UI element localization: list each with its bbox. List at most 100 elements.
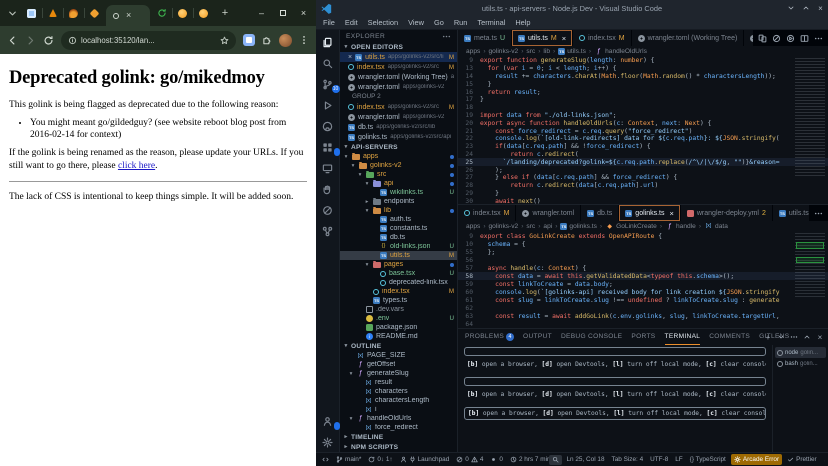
tab-blue-app-0[interactable]: [21, 4, 42, 22]
code-line[interactable]: 62: [458, 304, 828, 312]
tab-index.tsx[interactable]: index.tsx M: [458, 205, 517, 221]
code-line[interactable]: 59 const linkToCreate = data.body;: [458, 280, 828, 288]
file-tree-item[interactable]: TS utils.ts M: [340, 251, 457, 260]
status-problems[interactable]: 04: [453, 454, 486, 466]
vscode-close-button[interactable]: ×: [813, 0, 828, 16]
code-line[interactable]: 61 const slug = linkToCreate.slug !== un…: [458, 296, 828, 304]
minimap[interactable]: [795, 233, 825, 297]
browser-menu-icon[interactable]: [299, 35, 309, 45]
open-editor-item[interactable]: index.tsx apps/golinks-v2/src M: [340, 102, 457, 112]
open-editor-item[interactable]: index.tsx apps/golinks-v2/src M: [340, 62, 457, 72]
file-tree-item[interactable]: i README.md: [340, 332, 457, 341]
status-eol[interactable]: LF: [672, 454, 685, 466]
panel-tab-terminal[interactable]: TERMINAL: [664, 329, 701, 345]
code-line[interactable]: 57 async handle(c: Context) {: [458, 264, 828, 272]
site-info-icon[interactable]: [68, 36, 77, 45]
status-ports[interactable]: 0: [487, 454, 506, 466]
outline-item[interactable]: [x] force_redirect: [340, 423, 457, 432]
open-editor-item[interactable]: TS golinks.ts apps/golinks-v2/src/api: [340, 132, 457, 142]
code-line[interactable]: 27 } else if (data[c.req.path] && force_…: [458, 174, 828, 182]
minimap[interactable]: [795, 58, 825, 176]
file-tree-item[interactable]: TS auth.ts: [340, 215, 457, 224]
outline-item[interactable]: ƒ getOffset: [340, 360, 457, 369]
tab-wrangler-deploy.yml[interactable]: wrangler-deploy.yml 2: [680, 205, 773, 221]
browser-close-button[interactable]: ×: [293, 0, 314, 26]
code-editor[interactable]: 9 export class GoLinkCreate extends OpenA…: [458, 231, 828, 328]
open-editor-item[interactable]: TS db.ts apps/golinks-v2/src/lib: [340, 122, 457, 132]
code-line[interactable]: 28 return c.redirect(data[c.req.path].ur…: [458, 182, 828, 190]
breadcrumb-item[interactable]: api: [543, 223, 552, 230]
breadcrumb-item[interactable]: golinks-v2: [489, 48, 519, 55]
menu-terminal[interactable]: Terminal: [472, 18, 510, 27]
code-line[interactable]: 24 return c.redirect(: [458, 151, 828, 159]
code-line[interactable]: 10 schema = {: [458, 240, 828, 248]
code-line[interactable]: 60 console.log(`[golinks-api] received b…: [458, 288, 828, 296]
status-git-branch[interactable]: main*: [333, 454, 364, 466]
tab-close-icon[interactable]: ×: [562, 34, 566, 43]
tab-golinks.ts[interactable]: TS golinks.ts ×: [619, 205, 681, 221]
code-editor[interactable]: 9 export function generateSlug(length: nu…: [458, 56, 828, 204]
sidebar-more-actions-icon[interactable]: [442, 32, 451, 41]
panel-more-icon[interactable]: [790, 333, 798, 341]
outline-header[interactable]: ▾ OUTLINE: [340, 341, 457, 351]
code-line[interactable]: 9 export function generateSlug(length: nu…: [458, 57, 828, 65]
timeline-header[interactable]: ▸ TIMELINE: [340, 432, 457, 442]
status-notifications[interactable]: [821, 454, 825, 466]
panel-tab-output[interactable]: OUTPUT: [523, 329, 552, 345]
code-line[interactable]: 18: [458, 104, 828, 112]
activity-extensions[interactable]: [320, 140, 340, 156]
tab-green-refresh-0[interactable]: [151, 4, 172, 22]
activity-hand-tool[interactable]: [320, 182, 336, 196]
project-header[interactable]: ▾ API-SERVERS: [340, 142, 457, 152]
file-tree-item[interactable]: TS db.ts: [340, 233, 457, 242]
menu-edit[interactable]: Edit: [340, 18, 363, 27]
tab-orange-emoji-2[interactable]: [193, 4, 214, 22]
file-tree-item[interactable]: index.tsx M: [340, 287, 457, 296]
tab-flame-2[interactable]: [63, 4, 84, 22]
panel-tab-ports[interactable]: PORTS: [631, 329, 655, 345]
breadcrumb-item[interactable]: apps: [466, 223, 480, 230]
terminal-item-node[interactable]: node golin...: [775, 347, 826, 358]
outline-item[interactable]: [x] characters: [340, 387, 457, 396]
extension-blue-icon[interactable]: [243, 34, 255, 46]
menu-view[interactable]: View: [403, 18, 429, 27]
tab-orange-triangle-1[interactable]: [42, 4, 63, 22]
status-language-mode[interactable]: {} TypeScript: [687, 454, 729, 466]
menu-go[interactable]: Go: [429, 18, 449, 27]
status-arcade-error[interactable]: Arcade Error: [730, 454, 783, 465]
close-panel-icon[interactable]: ×: [816, 333, 824, 342]
code-line[interactable]: 55 };: [458, 248, 828, 256]
tab-wrangler.toml[interactable]: wrangler.toml: [516, 205, 582, 221]
click-here-link[interactable]: click here: [118, 161, 155, 171]
terminal-item-bash[interactable]: bash golin...: [775, 358, 826, 369]
tab-meta.ts[interactable]: TS meta.ts U: [458, 30, 513, 46]
code-line[interactable]: 56: [458, 256, 828, 264]
status-indentation[interactable]: Tab Size: 4: [609, 454, 647, 466]
activity-settings[interactable]: [320, 435, 336, 449]
panel-tab-problems[interactable]: PROBLEMS 4: [465, 329, 515, 345]
outline-item[interactable]: ▾ ƒ generateSlug: [340, 369, 457, 378]
code-line[interactable]: 16 return result;: [458, 88, 828, 96]
open-editors-header[interactable]: ▾ OPEN EDITORS: [340, 42, 457, 52]
code-line[interactable]: 23 if(data[c.req.path] && !force_redirec…: [458, 143, 828, 151]
outline-item[interactable]: [x] result: [340, 378, 457, 387]
breadcrumb-item[interactable]: TS golinks.ts: [560, 222, 597, 230]
outline-item[interactable]: [x] charactersLength: [340, 396, 457, 405]
code-line[interactable]: 26 );: [458, 166, 828, 174]
activity-run-and-debug[interactable]: [320, 98, 336, 112]
outline-item[interactable]: ▾ ƒ handleOldUrls: [340, 414, 457, 423]
status-time-tracker[interactable]: 2 hrs 7 mins: [507, 454, 549, 466]
breadcrumb-item[interactable]: src: [526, 223, 535, 230]
file-tree-item[interactable]: package.json: [340, 323, 457, 332]
browser-maximize-button[interactable]: [272, 0, 293, 26]
file-tree-item[interactable]: TS constants.ts: [340, 224, 457, 233]
file-tree-item[interactable]: ▾ pages: [340, 260, 457, 269]
file-tree-item[interactable]: ▾ src: [340, 170, 457, 179]
breadcrumb-item[interactable]: ƒ handleOldUrls: [594, 48, 647, 55]
split-editor-icon[interactable]: [800, 34, 809, 43]
status-search-status[interactable]: [549, 454, 563, 465]
new-tab-button[interactable]: +: [218, 6, 232, 20]
maximize-panel-icon[interactable]: [803, 333, 811, 341]
activity-hierarchy[interactable]: [320, 224, 336, 238]
more-actions-icon[interactable]: [814, 34, 823, 43]
